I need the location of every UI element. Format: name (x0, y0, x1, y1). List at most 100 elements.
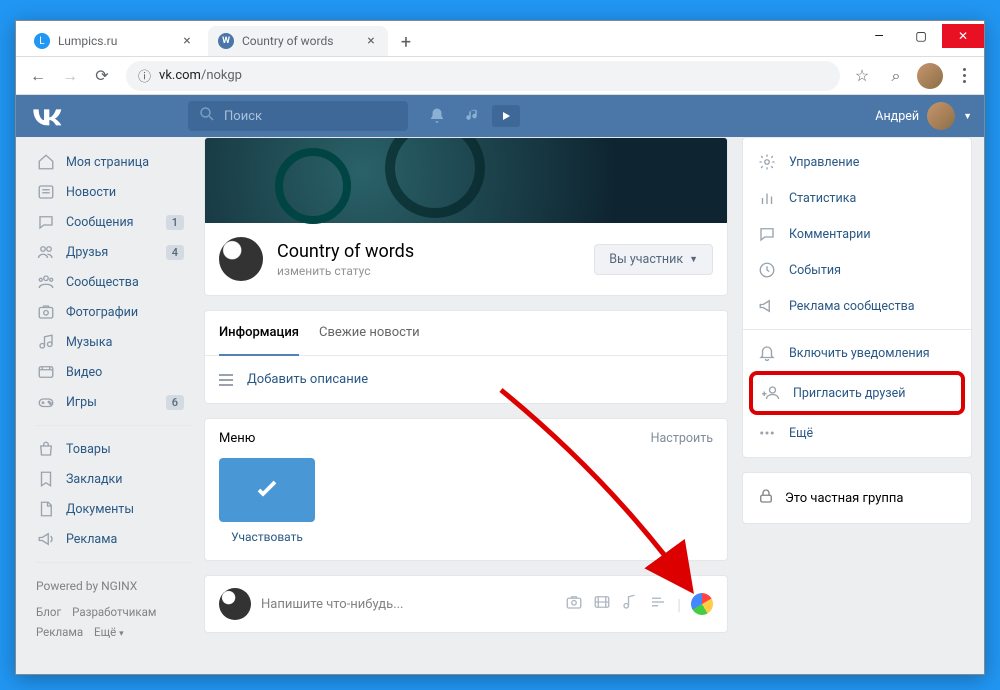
sidebar-item-friends[interactable]: Друзья4 (28, 237, 192, 267)
video-icon (36, 362, 56, 382)
post-attach-icons: | (565, 593, 713, 615)
configure-link[interactable]: Настроить (651, 431, 713, 446)
nginx-link[interactable]: Powered by NGINX (36, 579, 137, 593)
label: Друзья (66, 245, 108, 260)
music-icon[interactable] (456, 101, 490, 131)
home-icon (36, 152, 56, 172)
menu-body: Участвовать (205, 458, 727, 560)
label: Комментарии (789, 227, 871, 242)
add-description-link[interactable]: Добавить описание (205, 356, 727, 403)
play-icon[interactable] (492, 105, 520, 127)
sidebar-item-bookmarks[interactable]: Закладки (28, 464, 192, 494)
tab-news[interactable]: Свежие новости (319, 311, 420, 356)
label: Видео (66, 365, 102, 380)
private-label: Это частная группа (785, 491, 903, 506)
mgmt-item-events[interactable]: События (743, 252, 971, 288)
divider (36, 562, 192, 563)
toolbar-icons: ☆ ⌕ (848, 62, 978, 90)
mgmt-item-invite[interactable]: Пригласить друзей (753, 379, 961, 407)
add-person-icon (761, 383, 781, 403)
video-attach-icon[interactable] (593, 593, 611, 615)
key-icon[interactable]: ⌕ (882, 62, 910, 90)
camera-icon[interactable] (565, 593, 583, 615)
forward-button[interactable]: → (54, 60, 86, 92)
description-icon (219, 374, 233, 386)
mgmt-item-notifications[interactable]: Включить уведомления (743, 335, 971, 371)
sidebar-item-docs[interactable]: Документы (28, 494, 192, 524)
link-blog[interactable]: Блог (36, 605, 61, 619)
menu-tile-participate[interactable]: Участвовать (219, 458, 315, 544)
link-more[interactable]: Ещё ▾ (94, 625, 124, 639)
label: Товары (66, 442, 111, 457)
vk-header: Андрей ▼ (16, 95, 984, 137)
vk-search[interactable] (188, 101, 408, 131)
close-window-button[interactable]: ✕ (942, 24, 984, 48)
reload-button[interactable]: ⟳ (86, 60, 118, 92)
search-icon (198, 105, 216, 127)
groups-icon (36, 272, 56, 292)
label: Вы участник (609, 252, 683, 267)
main-column: Country of words изменить статус Вы учас… (204, 137, 728, 674)
group-header-card: Country of words изменить статус Вы учас… (204, 137, 728, 296)
messages-icon (36, 212, 56, 232)
news-icon (36, 182, 56, 202)
tab-info[interactable]: Информация (219, 311, 299, 356)
link-ads[interactable]: Реклама (36, 625, 83, 639)
sidebar-item-messages[interactable]: Сообщения1 (28, 207, 192, 237)
favicon-lumpics: L (34, 33, 50, 49)
poll-icon[interactable] (649, 593, 667, 615)
profile-avatar[interactable] (916, 62, 944, 90)
user-menu[interactable]: Андрей ▼ (875, 102, 972, 130)
docs-icon (36, 499, 56, 519)
star-icon[interactable]: ☆ (848, 62, 876, 90)
stats-icon (757, 188, 777, 208)
globe-icon[interactable] (691, 593, 713, 615)
back-button[interactable]: ← (22, 60, 54, 92)
close-icon[interactable]: × (364, 34, 378, 48)
tab-title: Country of words (242, 34, 358, 48)
favicon-vk: W (218, 33, 234, 49)
mgmt-item-ads[interactable]: Реклама сообщества (743, 288, 971, 324)
post-input[interactable]: Напишите что-нибудь... (261, 597, 555, 612)
mgmt-item-comments[interactable]: Комментарии (743, 216, 971, 252)
close-icon[interactable]: × (180, 34, 194, 48)
minimize-button[interactable]: — (858, 24, 900, 48)
sidebar-item-mypage[interactable]: Моя страница (28, 147, 192, 177)
header-icons (420, 101, 520, 131)
new-tab-button[interactable]: + (392, 28, 420, 56)
group-tabs: Информация Свежие новости (205, 311, 727, 356)
username: Андрей (875, 109, 919, 124)
vk-logo[interactable] (28, 104, 68, 128)
label: Пригласить друзей (793, 386, 905, 401)
sidebar-item-photos[interactable]: Фотографии (28, 297, 192, 327)
lock-icon (757, 487, 775, 509)
label: Новости (66, 185, 116, 200)
user-avatar (927, 102, 955, 130)
sidebar-item-market[interactable]: Товары (28, 434, 192, 464)
sidebar-item-music[interactable]: Музыка (28, 327, 192, 357)
mgmt-item-manage[interactable]: Управление (743, 144, 971, 180)
member-button[interactable]: Вы участник ▼ (594, 244, 713, 275)
search-input[interactable] (224, 109, 398, 124)
sidebar-footer: Powered by NGINX Блог Разработчикам Рекл… (28, 571, 192, 650)
sidebar-item-groups[interactable]: Сообщества (28, 267, 192, 297)
info-card: Информация Свежие новости Добавить описа… (204, 310, 728, 404)
group-status-link[interactable]: изменить статус (277, 264, 414, 278)
music-attach-icon[interactable] (621, 593, 639, 615)
menu-button[interactable] (950, 62, 978, 90)
sidebar-item-ads[interactable]: Реклама (28, 524, 192, 554)
browser-tab-lumpics[interactable]: L Lumpics.ru × (24, 26, 204, 56)
label: Моя страница (66, 155, 149, 170)
games-icon (36, 392, 56, 412)
sidebar-item-games[interactable]: Игры6 (28, 387, 192, 417)
link-dev[interactable]: Разработчикам (72, 605, 156, 619)
browser-tab-vk[interactable]: W Country of words × (208, 26, 388, 56)
group-avatar[interactable] (219, 237, 263, 281)
mgmt-item-stats[interactable]: Статистика (743, 180, 971, 216)
sidebar-item-video[interactable]: Видео (28, 357, 192, 387)
sidebar-item-news[interactable]: Новости (28, 177, 192, 207)
maximize-button[interactable]: ▢ (900, 24, 942, 48)
mgmt-item-more[interactable]: Ещё (743, 415, 971, 451)
url-field[interactable]: ⓘ vk.com/nokgp (126, 61, 840, 91)
notifications-icon[interactable] (420, 101, 454, 131)
